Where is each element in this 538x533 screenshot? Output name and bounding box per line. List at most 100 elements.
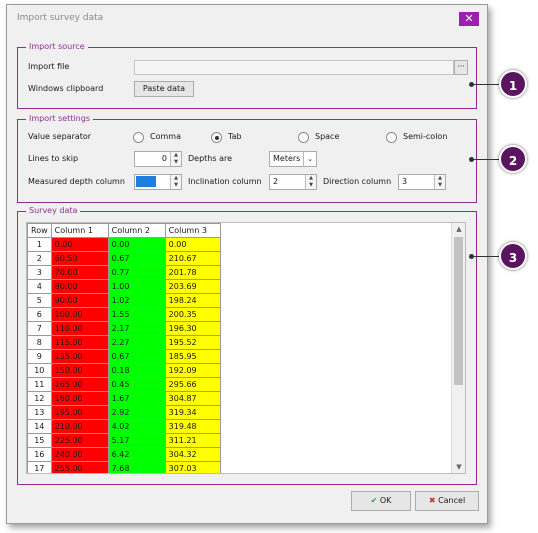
direction-stepper[interactable]: 3 ▲ ▼ [398, 174, 446, 190]
column-3-cell[interactable]: 210.67 [164, 251, 221, 266]
column-1-cell[interactable]: 225.00 [50, 433, 109, 448]
column-1-cell[interactable]: 100.00 [50, 307, 109, 322]
column-2-cell[interactable]: 6.42 [107, 447, 166, 462]
column-3-cell[interactable]: 311.21 [164, 433, 221, 448]
header-column-2[interactable]: Column 2 [107, 223, 166, 238]
table-row[interactable]: 9 135.00 0.67 185.95 [27, 349, 221, 364]
stepper-arrows-icon[interactable]: ▲ ▼ [305, 175, 316, 189]
table-row[interactable]: 3 70.00 0.77 201.78 [27, 265, 221, 280]
column-2-cell[interactable]: 7.68 [107, 461, 166, 473]
inclination-stepper[interactable]: 2 ▲ ▼ [269, 174, 317, 190]
scroll-down-icon[interactable]: ▼ [452, 461, 465, 473]
column-2-cell[interactable]: 1.55 [107, 307, 166, 322]
table-row[interactable]: 8 115.00 2.27 195.52 [27, 335, 221, 350]
import-file-field[interactable] [134, 60, 454, 75]
scroll-up-icon[interactable]: ▲ [452, 223, 465, 235]
table-row[interactable]: 6 100.00 1.55 200.35 [27, 307, 221, 322]
header-column-1[interactable]: Column 1 [50, 223, 109, 238]
scrollbar-thumb[interactable] [454, 237, 463, 385]
row-number-cell[interactable]: 12 [27, 391, 52, 406]
row-number-cell[interactable]: 1 [27, 237, 52, 252]
row-number-cell[interactable]: 13 [27, 405, 52, 420]
column-2-cell[interactable]: 5.17 [107, 433, 166, 448]
row-number-cell[interactable]: 16 [27, 447, 52, 462]
column-3-cell[interactable]: 307.03 [164, 461, 221, 473]
column-1-cell[interactable]: 80.00 [50, 279, 109, 294]
column-2-cell[interactable]: 0.67 [107, 251, 166, 266]
measured-depth-stepper[interactable]: 1 ▲ ▼ [134, 174, 182, 190]
separator-tab-radio[interactable] [211, 132, 222, 143]
column-3-cell[interactable]: 201.78 [164, 265, 221, 280]
column-3-cell[interactable]: 198.24 [164, 293, 221, 308]
stepper-arrows-icon[interactable]: ▲ ▼ [170, 175, 181, 189]
column-1-cell[interactable]: 115.00 [50, 335, 109, 350]
column-2-cell[interactable]: 1.00 [107, 279, 166, 294]
table-row[interactable]: 2 60.50 0.67 210.67 [27, 251, 221, 266]
separator-comma-radio[interactable] [133, 132, 144, 143]
table-row[interactable]: 17 255.00 7.68 307.03 [27, 461, 221, 473]
paste-data-button[interactable]: Paste data [134, 81, 194, 97]
column-2-cell[interactable]: 1.02 [107, 293, 166, 308]
column-3-cell[interactable]: 192.09 [164, 363, 221, 378]
table-row[interactable]: 16 240.00 6.42 304.32 [27, 447, 221, 462]
column-1-cell[interactable]: 110.00 [50, 321, 109, 336]
column-1-cell[interactable]: 180.00 [50, 391, 109, 406]
separator-semicolon-radio[interactable] [386, 132, 397, 143]
table-row[interactable]: 13 195.00 2.92 319.34 [27, 405, 221, 420]
column-3-cell[interactable]: 196.30 [164, 321, 221, 336]
column-3-cell[interactable]: 319.48 [164, 419, 221, 434]
table-row[interactable]: 10 150.00 0.18 192.09 [27, 363, 221, 378]
column-2-cell[interactable]: 0.18 [107, 363, 166, 378]
column-1-cell[interactable]: 70.00 [50, 265, 109, 280]
stepper-arrows-icon[interactable]: ▲ ▼ [170, 152, 181, 166]
cancel-button[interactable]: ✖ Cancel [415, 491, 479, 511]
lines-to-skip-stepper[interactable]: 0 ▲ ▼ [134, 151, 182, 167]
row-number-cell[interactable]: 11 [27, 377, 52, 392]
row-number-cell[interactable]: 5 [27, 293, 52, 308]
column-3-cell[interactable]: 0.00 [164, 237, 221, 252]
row-number-cell[interactable]: 6 [27, 307, 52, 322]
column-2-cell[interactable]: 0.45 [107, 377, 166, 392]
column-3-cell[interactable]: 304.32 [164, 447, 221, 462]
row-number-cell[interactable]: 7 [27, 321, 52, 336]
browse-button[interactable]: ··· [454, 60, 468, 75]
column-1-cell[interactable]: 90.00 [50, 293, 109, 308]
depths-are-select[interactable]: Meters ⌄ [269, 151, 317, 167]
row-number-cell[interactable]: 8 [27, 335, 52, 350]
column-3-cell[interactable]: 185.95 [164, 349, 221, 364]
table-row[interactable]: 14 210.00 4.02 319.48 [27, 419, 221, 434]
column-2-cell[interactable]: 2.92 [107, 405, 166, 420]
survey-data-grid[interactable]: Row Column 1 Column 2 Column 3 1 0.00 0.00… [26, 222, 466, 474]
stepper-arrows-icon[interactable]: ▲ ▼ [434, 175, 445, 189]
row-number-cell[interactable]: 3 [27, 265, 52, 280]
header-column-3[interactable]: Column 3 [164, 223, 221, 238]
column-2-cell[interactable]: 0.00 [107, 237, 166, 252]
column-1-cell[interactable]: 60.50 [50, 251, 109, 266]
close-button[interactable]: ✕ [459, 12, 479, 26]
table-row[interactable]: 11 165.00 0.45 295.66 [27, 377, 221, 392]
column-3-cell[interactable]: 319.34 [164, 405, 221, 420]
row-number-cell[interactable]: 4 [27, 279, 52, 294]
vertical-scrollbar[interactable]: ▲ ▼ [451, 223, 465, 473]
column-2-cell[interactable]: 2.27 [107, 335, 166, 350]
row-number-cell[interactable]: 14 [27, 419, 52, 434]
column-1-cell[interactable]: 195.00 [50, 405, 109, 420]
header-row[interactable]: Row [27, 223, 52, 238]
table-row[interactable]: 5 90.00 1.02 198.24 [27, 293, 221, 308]
row-number-cell[interactable]: 2 [27, 251, 52, 266]
column-1-cell[interactable]: 165.00 [50, 377, 109, 392]
column-1-cell[interactable]: 0.00 [50, 237, 109, 252]
column-3-cell[interactable]: 295.66 [164, 377, 221, 392]
column-1-cell[interactable]: 150.00 [50, 363, 109, 378]
table-row[interactable]: 15 225.00 5.17 311.21 [27, 433, 221, 448]
table-row[interactable]: 4 80.00 1.00 203.69 [27, 279, 221, 294]
column-2-cell[interactable]: 4.02 [107, 419, 166, 434]
column-1-cell[interactable]: 240.00 [50, 447, 109, 462]
row-number-cell[interactable]: 15 [27, 433, 52, 448]
row-number-cell[interactable]: 9 [27, 349, 52, 364]
column-1-cell[interactable]: 210.00 [50, 419, 109, 434]
table-row[interactable]: 12 180.00 1.67 304.87 [27, 391, 221, 406]
table-row[interactable]: 1 0.00 0.00 0.00 [27, 237, 221, 252]
ok-button[interactable]: ✔ OK [351, 491, 411, 511]
table-row[interactable]: 7 110.00 2.17 196.30 [27, 321, 221, 336]
